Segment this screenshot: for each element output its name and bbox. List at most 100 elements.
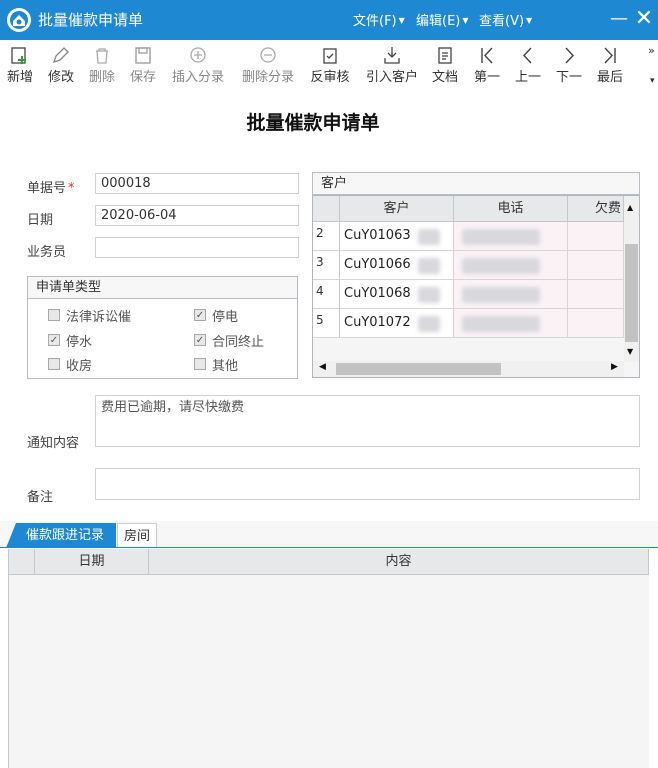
customer-code: CuY01063 (344, 228, 411, 243)
app-logo-icon (7, 8, 31, 32)
next-icon (565, 47, 574, 64)
toolbar-button-label: 下一 (555, 70, 582, 85)
cell-arrears[interactable] (568, 309, 624, 338)
toolbar-trash-button[interactable]: 删除 (88, 44, 116, 85)
toolbar-edit-button[interactable]: 修改 (47, 44, 75, 85)
doc-no-label: 单据号 * (27, 181, 75, 196)
notice-textarea[interactable]: 费用已逾期，请尽快缴费 (95, 395, 640, 447)
close-icon[interactable]: ✕ (632, 6, 656, 32)
type-checkbox[interactable] (194, 334, 206, 346)
toolbar-minus-circle-button[interactable]: 删除分录 (240, 44, 296, 85)
clipboard-check-icon (323, 48, 337, 64)
column-header-date[interactable]: 日期 (35, 549, 149, 575)
toolbar-button-label: 最后 (596, 70, 623, 85)
toolbar-button-label: 反审核 (310, 70, 350, 85)
toolbar-button-label: 上一 (514, 70, 541, 85)
customer-hscroll-thumb[interactable] (336, 363, 501, 375)
toolbar-first-button[interactable]: 第一 (473, 44, 501, 85)
plus-circle-icon (190, 47, 206, 63)
scroll-down-icon[interactable]: ▼ (627, 347, 633, 356)
type-checkbox-label: 停水 (66, 335, 93, 350)
toolbar-button-label: 插入分录 (171, 70, 224, 85)
column-header-customer[interactable]: 客户 (340, 196, 454, 222)
staff-field[interactable] (95, 237, 299, 258)
cell-arrears[interactable] (568, 251, 624, 280)
customer-vscroll-thumb[interactable] (625, 244, 638, 342)
minus-circle-icon (260, 47, 276, 63)
scroll-left-icon[interactable]: ◀ (319, 362, 326, 372)
toolbar-import-button[interactable]: 引入客户 (364, 44, 420, 85)
redacted-name (418, 229, 440, 245)
window-title: 批量催款申请单 (38, 11, 144, 29)
remark-textarea[interactable] (95, 468, 640, 500)
toolbar-dropdown-icon[interactable]: ▾ (650, 76, 655, 86)
followup-grid-corner (9, 549, 35, 575)
scroll-right-icon[interactable]: ▶ (611, 362, 618, 372)
add-document-icon (11, 47, 26, 64)
redacted-name (418, 287, 440, 303)
toolbar-button-label: 保存 (129, 70, 156, 85)
toolbar-button-label: 删除分录 (241, 70, 294, 85)
toolbar-plus-circle-button[interactable]: 插入分录 (170, 44, 226, 85)
toolbar-button-label: 第一 (473, 70, 500, 85)
grid-corner (313, 196, 340, 222)
save-icon (135, 47, 151, 64)
redacted-name (418, 258, 440, 274)
toolbar-last-button[interactable]: 最后 (596, 44, 624, 85)
redacted-phone (462, 258, 540, 274)
column-header-phone[interactable]: 电话 (454, 196, 568, 222)
column-header-arrears[interactable]: 欠费 (568, 196, 624, 222)
staff-label: 业务员 (27, 245, 67, 260)
last-icon (604, 47, 616, 64)
date-label: 日期 (27, 213, 54, 228)
toolbar-button-label: 新增 (6, 70, 33, 85)
type-checkbox[interactable] (48, 309, 60, 321)
customer-group-title: 客户 (313, 173, 639, 195)
customer-code: CuY01068 (344, 286, 411, 301)
tab-rooms[interactable]: 房间 (117, 523, 157, 547)
type-checkbox-label: 合同终止 (212, 335, 265, 350)
toolbar-next-button[interactable]: 下一 (555, 44, 583, 85)
row-number[interactable]: 3 (313, 251, 340, 280)
toolbar-document-button[interactable]: 文档 (431, 44, 459, 85)
row-number[interactable]: 2 (313, 222, 340, 251)
first-icon (481, 47, 493, 64)
type-checkbox[interactable] (48, 358, 60, 370)
toolbar-button-label: 修改 (47, 70, 74, 85)
edit-icon (52, 47, 69, 64)
type-checkbox[interactable] (48, 334, 60, 346)
toolbar-add-document-button[interactable]: 新增 (6, 44, 34, 85)
menu-file[interactable]: 文件(F) ▼ (353, 10, 405, 29)
doc-no-field[interactable]: 000018 (95, 173, 299, 194)
redacted-phone (462, 229, 540, 245)
previous-icon (523, 47, 532, 64)
cell-arrears[interactable] (568, 222, 624, 251)
customer-code: CuY01072 (344, 315, 411, 330)
type-checkbox[interactable] (194, 358, 206, 370)
date-field[interactable]: 2020-06-04 (95, 205, 299, 226)
tab-followup[interactable]: 催款跟进记录 (16, 523, 114, 548)
column-header-content[interactable]: 内容 (149, 549, 649, 575)
row-number[interactable]: 5 (313, 309, 340, 338)
menu-edit[interactable]: 编辑(E) ▼ (416, 10, 469, 29)
minimize-icon[interactable]: — (607, 6, 631, 32)
toolbar-button-label: 文档 (431, 70, 458, 85)
toolbar-clipboard-check-button[interactable]: 反审核 (309, 44, 351, 85)
redacted-phone (462, 287, 540, 303)
menu-view[interactable]: 查看(V) ▼ (479, 10, 532, 29)
toolbar-previous-button[interactable]: 上一 (514, 44, 542, 85)
type-checkbox[interactable] (194, 309, 206, 321)
toolbar-save-button[interactable]: 保存 (129, 44, 157, 85)
toolbar-overflow-icon[interactable]: » (648, 44, 655, 57)
scroll-up-icon[interactable]: ▲ (627, 203, 633, 212)
cell-arrears[interactable] (568, 280, 624, 309)
type-checkbox-label: 停电 (212, 310, 239, 325)
trash-icon (96, 48, 108, 64)
document-icon (438, 47, 452, 64)
row-number[interactable]: 4 (313, 280, 340, 309)
toolbar-button-label: 删除 (88, 70, 115, 85)
followup-grid (8, 549, 649, 768)
toolbar-button-label: 引入客户 (365, 70, 418, 85)
type-checkbox-label: 收房 (66, 359, 93, 374)
remark-label: 备注 (27, 490, 54, 505)
